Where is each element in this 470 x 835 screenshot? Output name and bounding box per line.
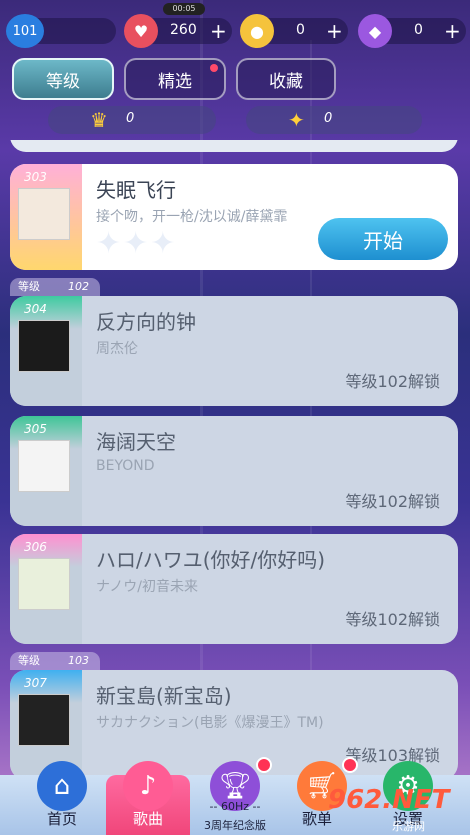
notification-badge [256, 757, 272, 773]
song-title: ハロ/ハワユ(你好/你好吗) [96, 548, 326, 572]
song-card[interactable]: 304 反方向的钟 周杰伦 等级102解锁 [10, 296, 458, 406]
song-artist: サカナクション(电影《爆漫王》TM) [96, 715, 324, 731]
song-card[interactable]: 306 ハロ/ハワユ(你好/你好吗) ナノウ/初音未来 等级102解锁 [10, 534, 458, 644]
add-diamonds-button[interactable]: + [444, 19, 461, 43]
star-icon: ✦ [288, 108, 305, 132]
add-hearts-button[interactable]: + [210, 19, 227, 43]
song-number: 303 [24, 170, 47, 184]
unlock-requirement: 等级102解锁 [345, 610, 440, 629]
home-icon: ⌂ [37, 761, 87, 811]
song-title: 海阔天空 [96, 430, 176, 454]
album-art [18, 440, 70, 492]
rating-stars: ✦✦✦ [96, 226, 178, 261]
song-number: 306 [24, 540, 47, 554]
coins-count: 0 [296, 22, 305, 38]
song-title: 反方向的钟 [96, 310, 196, 334]
song-artist: 周杰伦 [96, 341, 138, 357]
crown-stat: ♛ 0 [48, 106, 216, 134]
start-button[interactable]: 开始 [318, 218, 448, 260]
diamonds-resource[interactable]: ◆ 0 + [358, 14, 466, 48]
song-number: 304 [24, 302, 47, 316]
nav-songs[interactable]: ♪ 歌曲 [106, 761, 190, 835]
favorite-heart-icon[interactable]: ♡ [286, 230, 306, 255]
song-number: 305 [24, 422, 47, 436]
watermark-logo: 962.NET [328, 785, 450, 815]
level-badge: 101 [6, 14, 44, 48]
unlock-requirement: 等级102解锁 [345, 372, 440, 391]
song-number: 307 [24, 676, 47, 690]
resource-bar: 00:05 101 ♥ 260 + ● 0 + ◆ 0 + [0, 0, 470, 56]
notification-dot [210, 64, 218, 72]
album-art [18, 558, 70, 610]
album-art [18, 188, 70, 240]
star-stat: ✦ 0 [246, 106, 422, 134]
diamond-icon: ◆ [358, 14, 392, 48]
add-coins-button[interactable]: + [326, 19, 343, 43]
unlock-requirement: 等级103解锁 [345, 746, 440, 765]
diamonds-count: 0 [414, 22, 423, 38]
song-artist: BEYOND [96, 458, 155, 474]
song-card[interactable]: 305 海阔天空 BEYOND 等级102解锁 [10, 416, 458, 526]
anniversary-label: 3周年纪念版 [204, 819, 266, 832]
level-resource: 101 [6, 14, 116, 48]
album-art [18, 694, 70, 746]
unlock-requirement: 等级102解锁 [345, 492, 440, 511]
tab-featured[interactable]: 精选 [124, 58, 226, 100]
music-note-icon: ♪ [123, 761, 173, 811]
notification-badge [342, 757, 358, 773]
tab-level[interactable]: 等级 [12, 58, 114, 100]
song-list[interactable]: 303 失眠飞行 接个吻，开一枪/沈以诚/薛黛霏 ✦✦✦ ♡ 开始 等级 102… [0, 140, 470, 780]
tab-favorites[interactable]: 收藏 [236, 58, 336, 100]
hearts-resource[interactable]: ♥ 260 + [124, 14, 232, 48]
song-artist: 接个吻，开一枪/沈以诚/薛黛霏 [96, 209, 288, 225]
level-header: 等级 103 [10, 652, 100, 670]
song-title: 失眠飞行 [96, 178, 176, 202]
hearts-count: 260 [170, 22, 197, 38]
refresh-rate: -- 60Hz -- [209, 800, 261, 813]
heart-icon: ♥ [124, 14, 158, 48]
watermark-sub: 乐游网 [392, 820, 425, 833]
song-title: 新宝島(新宝岛) [96, 684, 232, 708]
coins-resource[interactable]: ● 0 + [240, 14, 348, 48]
song-card[interactable]: 303 失眠飞行 接个吻，开一枪/沈以诚/薛黛霏 ✦✦✦ ♡ 开始 [10, 164, 458, 270]
coin-icon: ● [240, 14, 274, 48]
nav-home[interactable]: ⌂ 首页 [20, 761, 104, 835]
level-header: 等级 102 [10, 278, 100, 296]
song-artist: ナノウ/初音未来 [96, 579, 199, 595]
album-art [18, 320, 70, 372]
crown-icon: ♛ [90, 108, 108, 132]
list-item[interactable] [10, 140, 458, 152]
